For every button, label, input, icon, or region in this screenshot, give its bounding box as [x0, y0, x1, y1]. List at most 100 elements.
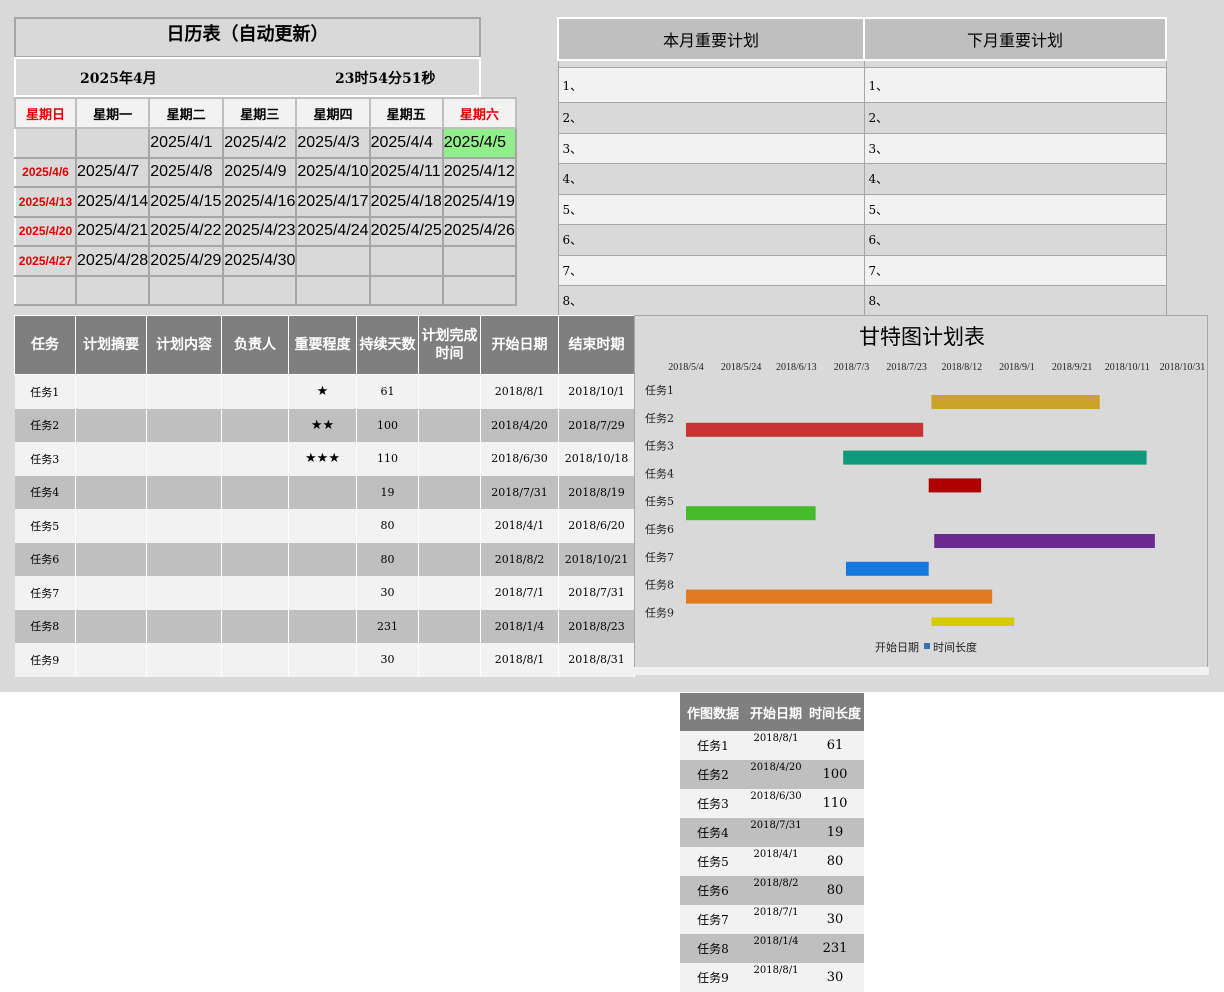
task-cell-content[interactable]	[146, 408, 222, 442]
task-cell-content[interactable]	[146, 542, 222, 576]
plot-data-start[interactable]: 2018/1/4	[746, 934, 806, 963]
plot-data-task[interactable]: 任务9	[680, 963, 746, 992]
task-cell-name[interactable]: 任务4	[14, 475, 76, 509]
this-month-plan-item[interactable]: 1、	[557, 67, 865, 103]
task-cell-importance[interactable]: ★	[288, 374, 357, 409]
task-cell-done[interactable]	[418, 542, 481, 576]
next-month-plan-item[interactable]: 7、	[863, 254, 1167, 286]
calendar-day-cell[interactable]: 2025/4/20	[14, 215, 77, 247]
task-cell-days[interactable]: 19	[356, 475, 419, 509]
plot-data-header[interactable]: 开始日期	[746, 693, 806, 731]
calendar-day-cell[interactable]: 2025/4/30	[222, 245, 298, 277]
calendar-day-cell[interactable]: 2025/4/8	[148, 156, 225, 188]
calendar-day-cell[interactable]: 2025/4/7	[74, 156, 151, 188]
plot-data-task[interactable]: 任务1	[680, 731, 746, 760]
calendar-day-cell[interactable]: 2025/4/21	[74, 215, 151, 247]
task-cell-importance[interactable]: ★★★	[288, 442, 357, 476]
plot-data-start[interactable]: 2018/6/30	[746, 789, 806, 818]
task-cell-content[interactable]	[146, 509, 222, 543]
gantt-chart[interactable]: 甘特图计划表 2018/5/4 2018/5/24 2018/6/13 2018/7/3…	[634, 315, 1208, 675]
task-cell-days[interactable]: 80	[356, 542, 419, 576]
task-cell-name[interactable]: 任务9	[14, 643, 76, 677]
task-cell-days[interactable]: 100	[356, 408, 419, 442]
task-cell-summary[interactable]	[75, 609, 147, 643]
calendar-day-cell[interactable]	[441, 245, 517, 277]
task-column-header[interactable]: 计划摘要	[75, 315, 147, 375]
task-cell-done[interactable]	[418, 576, 481, 610]
plot-data-length[interactable]: 19	[806, 818, 864, 847]
task-cell-owner[interactable]	[221, 509, 289, 543]
calendar-day-cell[interactable]	[368, 274, 444, 306]
calendar-day-cell[interactable]: 2025/4/12	[441, 156, 517, 188]
task-column-header[interactable]: 计划完成时间	[418, 315, 481, 375]
calendar-day-cell[interactable]: 2025/4/10	[295, 156, 371, 188]
task-cell-content[interactable]	[146, 374, 222, 409]
calendar-day-cell[interactable]: 2025/4/27	[14, 245, 77, 277]
calendar-day-cell[interactable]	[441, 274, 517, 306]
calendar-day-cell[interactable]: 2025/4/14	[74, 186, 151, 218]
calendar-day-cell[interactable]: 2025/4/24	[295, 215, 371, 247]
calendar-day-cell[interactable]	[74, 274, 151, 306]
calendar-day-cell[interactable]: 2025/4/9	[222, 156, 298, 188]
plot-data-length[interactable]: 110	[806, 789, 864, 818]
task-cell-start[interactable]: 2018/8/1	[480, 374, 559, 409]
plot-data-task[interactable]: 任务4	[680, 818, 746, 847]
task-cell-content[interactable]	[146, 643, 222, 677]
plot-data-start[interactable]: 2018/8/1	[746, 731, 806, 760]
task-cell-days[interactable]: 61	[356, 374, 419, 409]
calendar-day-cell[interactable]: 2025/4/17	[295, 186, 371, 218]
task-cell-owner[interactable]	[221, 609, 289, 643]
calendar-day-cell[interactable]	[14, 274, 77, 306]
task-column-header[interactable]: 开始日期	[480, 315, 559, 375]
task-column-header[interactable]: 持续天数	[356, 315, 419, 375]
plot-data-start[interactable]: 2018/7/1	[746, 905, 806, 934]
task-cell-owner[interactable]	[221, 408, 289, 442]
calendar-day-cell[interactable]: 2025/4/25	[368, 215, 444, 247]
task-column-header[interactable]: 负责人	[221, 315, 289, 375]
task-cell-end[interactable]: 2018/10/21	[558, 542, 635, 576]
this-month-plan-item[interactable]: 8、	[557, 285, 865, 317]
plot-data-length[interactable]: 30	[806, 905, 864, 934]
gantt-bar[interactable]	[934, 534, 1155, 548]
gantt-bar[interactable]	[843, 450, 1147, 465]
task-cell-end[interactable]: 2018/10/18	[558, 442, 635, 476]
calendar-day-cell[interactable]: 2025/4/5	[441, 127, 517, 159]
task-cell-summary[interactable]	[75, 542, 147, 576]
calendar-day-cell[interactable]	[14, 127, 77, 159]
this-month-plan-item[interactable]: 5、	[557, 193, 865, 225]
task-cell-start[interactable]: 2018/1/4	[480, 609, 559, 643]
task-cell-owner[interactable]	[221, 475, 289, 509]
gantt-bar[interactable]	[647, 422, 924, 437]
task-cell-end[interactable]: 2018/10/1	[558, 374, 635, 409]
task-cell-name[interactable]: 任务3	[14, 442, 76, 476]
calendar-day-cell[interactable]	[295, 274, 371, 306]
task-cell-days[interactable]: 231	[356, 609, 419, 643]
plot-data-task[interactable]: 任务5	[680, 847, 746, 876]
task-cell-importance[interactable]: ★★	[288, 408, 357, 442]
calendar-day-cell[interactable]	[368, 245, 444, 277]
task-column-header[interactable]: 结束时期	[558, 315, 635, 375]
calendar-day-cell[interactable]: 2025/4/29	[148, 245, 225, 277]
next-month-plan-header[interactable]: 下月重要计划	[863, 17, 1167, 61]
calendar-day-cell[interactable]: 2025/4/23	[222, 215, 298, 247]
task-cell-done[interactable]	[418, 475, 481, 509]
task-cell-name[interactable]: 任务6	[14, 542, 76, 576]
task-cell-done[interactable]	[418, 509, 481, 543]
task-cell-summary[interactable]	[75, 576, 147, 610]
task-cell-done[interactable]	[418, 609, 481, 643]
calendar-day-cell[interactable]	[74, 127, 151, 159]
plot-data-start[interactable]: 2018/4/20	[746, 760, 806, 789]
calendar-day-cell[interactable]: 2025/4/6	[14, 156, 77, 188]
task-cell-start[interactable]: 2018/4/20	[480, 408, 559, 442]
this-month-plan-item[interactable]: 7、	[557, 254, 865, 286]
task-cell-end[interactable]: 2018/7/29	[558, 408, 635, 442]
this-month-plan-item[interactable]: 6、	[557, 224, 865, 256]
gantt-bar[interactable]	[635, 506, 816, 521]
calendar-day-cell[interactable]: 2025/4/2	[222, 127, 298, 159]
next-month-plan-item[interactable]: 3、	[863, 132, 1167, 164]
calendar-day-cell[interactable]: 2025/4/1	[148, 127, 225, 159]
gantt-bar[interactable]	[931, 395, 1100, 409]
calendar-day-cell[interactable]	[148, 274, 225, 306]
next-month-plan-item[interactable]: 6、	[863, 224, 1167, 256]
task-cell-start[interactable]: 2018/4/1	[480, 509, 559, 543]
